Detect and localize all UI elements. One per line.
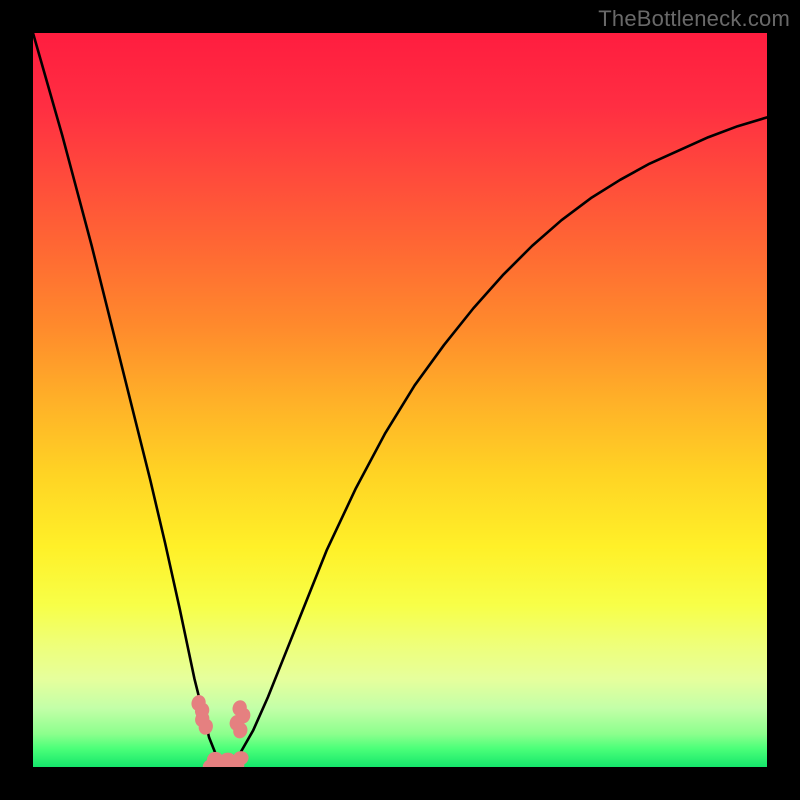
- left-marker-bottom: [191, 709, 217, 737]
- watermark-text: TheBottleneck.com: [598, 6, 790, 32]
- chart-overlay: [33, 33, 767, 767]
- chart-frame: TheBottleneck.com: [0, 0, 800, 800]
- bottleneck-curve: [33, 33, 767, 763]
- plot-area: [33, 33, 767, 767]
